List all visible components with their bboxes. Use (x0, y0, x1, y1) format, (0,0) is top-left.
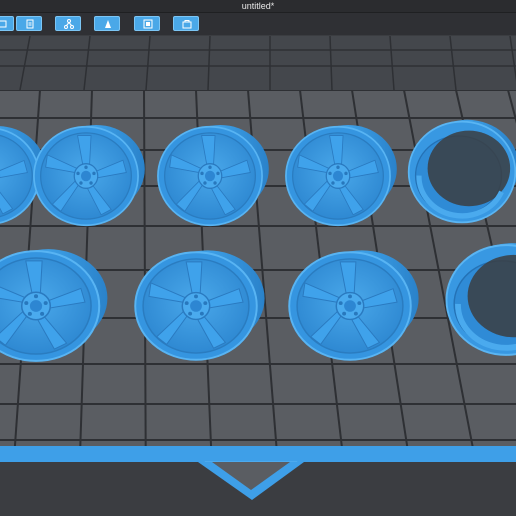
3d-viewport[interactable] (0, 36, 516, 516)
support-tree-icon (64, 19, 74, 29)
open-file-icon (0, 20, 7, 28)
toolbar (0, 13, 516, 35)
window-title: untitled* (241, 1, 275, 11)
plate-backdrop (0, 36, 516, 90)
support-button[interactable] (55, 16, 81, 31)
title-bar: untitled* (0, 0, 516, 13)
slice-button[interactable] (94, 16, 120, 31)
export-icon (182, 20, 192, 29)
document-icon (26, 19, 34, 29)
frame-button[interactable] (134, 16, 160, 31)
rim-barrel-model[interactable] (409, 120, 516, 223)
slice-icon (105, 20, 111, 28)
frame-icon (143, 19, 153, 29)
plate-front-edge (0, 446, 516, 462)
open-file-button[interactable] (0, 16, 14, 31)
export-button[interactable] (173, 16, 199, 31)
build-plate-scene[interactable] (0, 36, 516, 516)
document-button[interactable] (16, 16, 42, 31)
